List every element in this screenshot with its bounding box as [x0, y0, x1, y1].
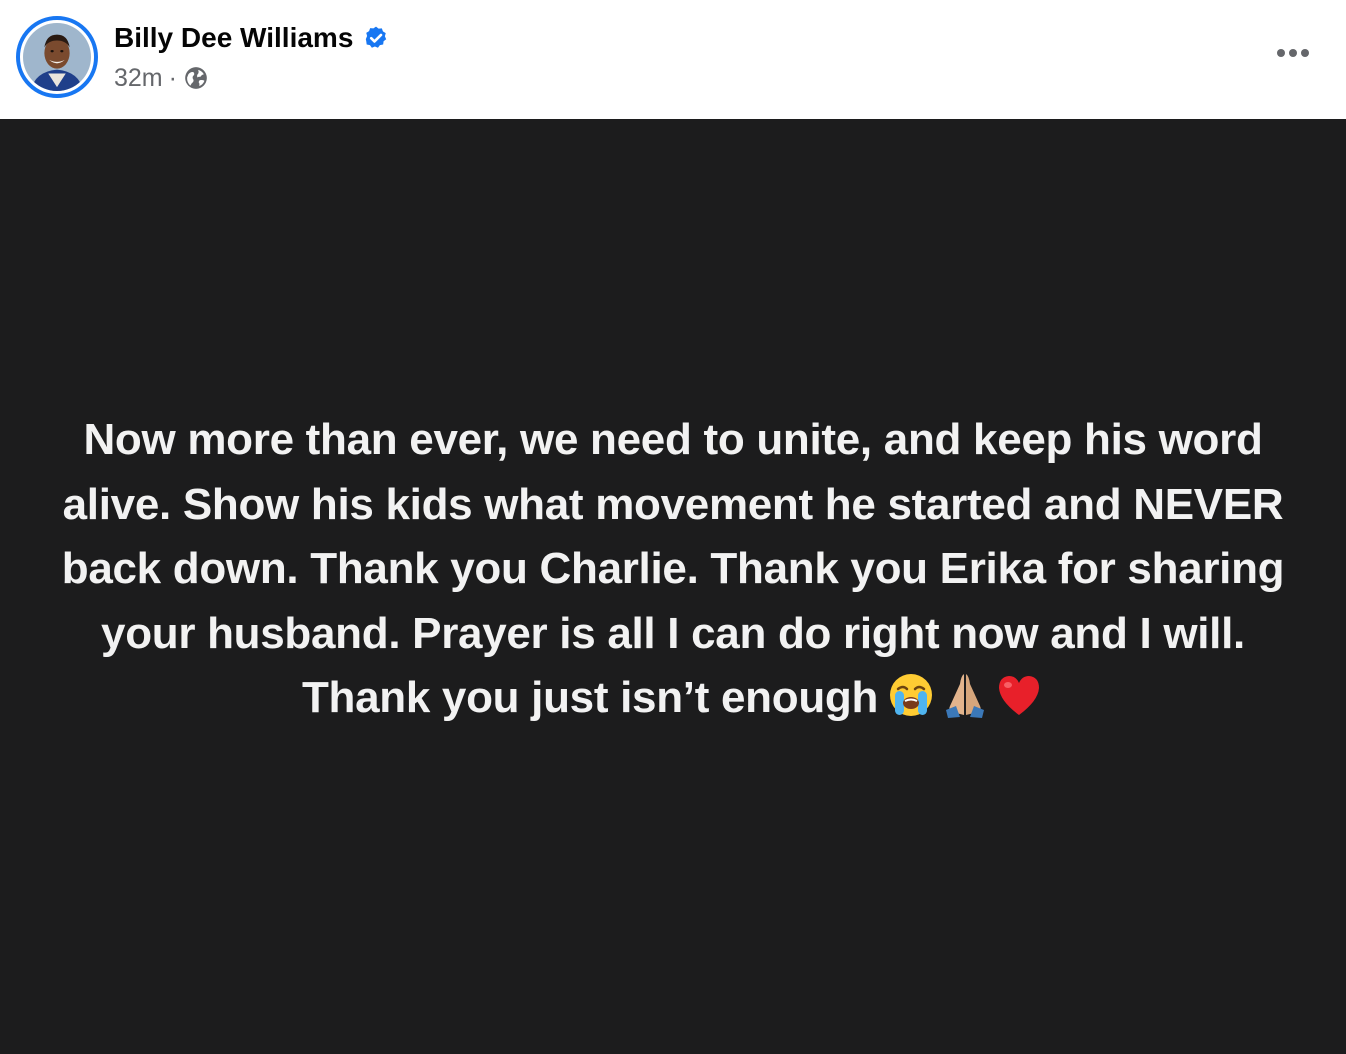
more-options-button[interactable]	[1264, 34, 1322, 72]
post-meta: 32m ·	[114, 62, 209, 94]
more-options-icon	[1277, 49, 1309, 57]
post-text-block: Now more than ever, we need to unite, an…	[53, 408, 1293, 731]
globe-icon[interactable]	[183, 65, 209, 91]
avatar-photo	[23, 23, 91, 91]
red-heart-emoji	[999, 676, 1040, 716]
meta-separator: ·	[168, 63, 177, 92]
emoji-group	[886, 670, 1044, 720]
author-name[interactable]: Billy Dee Williams	[114, 22, 353, 54]
folded-hands-emoji	[946, 674, 985, 719]
post-timestamp[interactable]: 32m	[114, 64, 163, 93]
post-header: Billy Dee Williams 32m ·	[0, 0, 1346, 119]
loudly-crying-face-emoji	[890, 674, 933, 717]
post-text: Now more than ever, we need to unite, an…	[61, 415, 1285, 723]
author-avatar[interactable]	[16, 16, 98, 98]
post-body: Now more than ever, we need to unite, an…	[0, 119, 1346, 1054]
author-line: Billy Dee Williams	[114, 21, 389, 55]
verified-badge-icon	[366, 26, 387, 48]
